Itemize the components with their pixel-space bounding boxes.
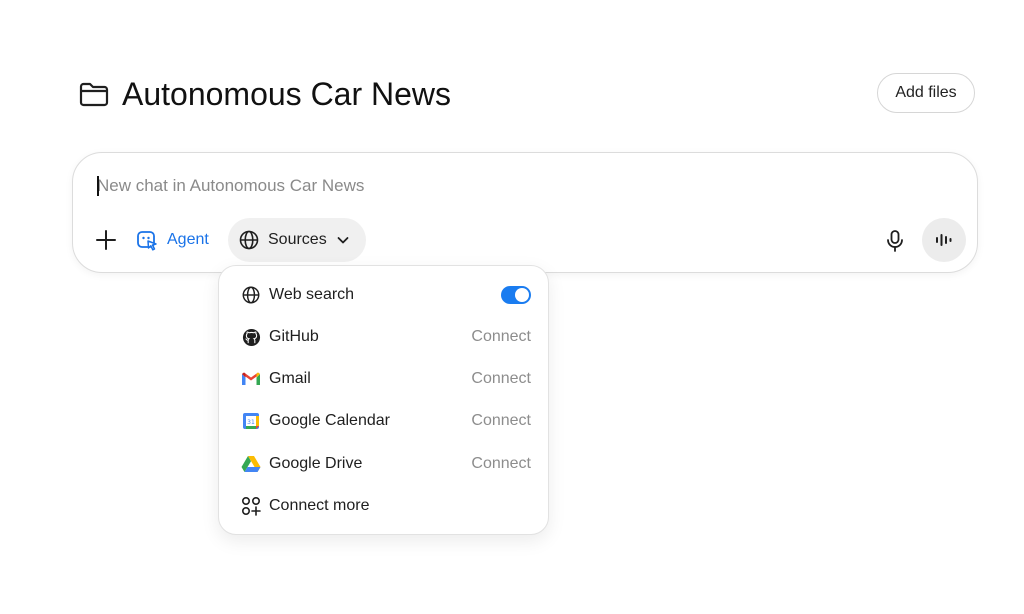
- agent-button[interactable]: Agent: [135, 226, 209, 254]
- svg-text:31: 31: [247, 419, 255, 426]
- menu-item-label: Gmail: [269, 370, 311, 387]
- menu-item-label: Connect more: [269, 497, 370, 514]
- connect-link[interactable]: Connect: [471, 412, 531, 430]
- add-attachment-button[interactable]: [92, 226, 120, 254]
- text-cursor: [97, 176, 99, 196]
- menu-item-google-calendar[interactable]: 31 Google Calendar Connect: [219, 402, 550, 440]
- sources-button[interactable]: Sources: [228, 218, 366, 262]
- menu-item-google-drive[interactable]: Google Drive Connect: [219, 445, 550, 483]
- connect-link[interactable]: Connect: [471, 328, 531, 346]
- menu-item-label: Google Drive: [269, 455, 363, 472]
- sources-dropdown: Web search GitHub Connect Gmail Connect …: [218, 265, 549, 535]
- connect-link[interactable]: Connect: [471, 455, 531, 473]
- menu-item-connect-more[interactable]: Connect more: [219, 487, 550, 525]
- google-calendar-icon: 31: [241, 411, 261, 431]
- menu-item-github[interactable]: GitHub Connect: [219, 318, 550, 356]
- menu-item-label: Google Calendar: [269, 412, 390, 429]
- project-page: Autonomous Car News Add files New chat i…: [0, 0, 1024, 614]
- sources-label: Sources: [268, 231, 327, 248]
- chat-input[interactable]: New chat in Autonomous Car News: [97, 176, 364, 196]
- connect-link[interactable]: Connect: [471, 370, 531, 388]
- chat-composer[interactable]: [72, 152, 978, 273]
- agent-label: Agent: [167, 231, 209, 248]
- menu-item-label: Web search: [269, 286, 355, 303]
- web-search-toggle[interactable]: [501, 286, 531, 304]
- voice-mode-button[interactable]: [922, 218, 966, 262]
- chevron-down-icon: [337, 237, 349, 244]
- apps-grid-icon: [241, 496, 261, 516]
- menu-item-label: GitHub: [269, 328, 319, 345]
- add-files-button[interactable]: Add files: [877, 73, 975, 113]
- menu-item-gmail[interactable]: Gmail Connect: [219, 360, 550, 398]
- waveform-icon: [936, 234, 952, 246]
- google-drive-icon: [241, 454, 261, 474]
- page-title: Autonomous Car News: [122, 76, 452, 112]
- globe-icon: [239, 230, 259, 250]
- agent-icon: [137, 231, 157, 251]
- menu-item-web-search[interactable]: Web search: [219, 276, 550, 314]
- github-icon: [241, 327, 261, 347]
- folder-icon: [79, 82, 109, 107]
- microphone-button[interactable]: [882, 228, 908, 254]
- globe-icon: [241, 285, 261, 305]
- gmail-icon: [241, 369, 261, 389]
